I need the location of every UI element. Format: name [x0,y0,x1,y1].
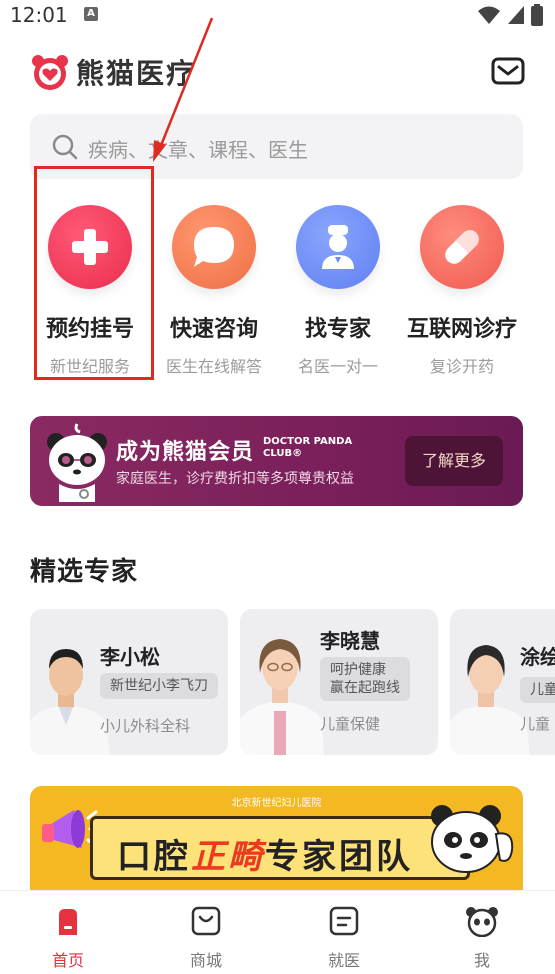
service-title: 互联网诊疗 [406,317,517,342]
banner-text-part2: 专家团队 [265,837,413,877]
service-online-clinic[interactable]: 互联网诊疗 复诊开药 [402,205,522,377]
panda-doctor-icon [47,423,107,502]
bottom-tab-bar: 首页 商城 就医 我 [0,890,555,974]
expert-tag: 呵护健康 赢在起跑线 [320,657,410,701]
learn-more-button[interactable]: 了解更多 [405,436,503,486]
pill-icon [420,205,504,289]
section-title-experts: 精选专家 [30,557,139,587]
tab-me[interactable]: 我 [442,905,522,971]
expert-department: 儿童 [520,715,551,733]
status-bar: 12:01 A [0,0,555,30]
service-subtitle: 复诊开药 [429,357,494,376]
battery-icon [531,4,543,26]
shop-bag-icon [191,906,221,936]
vip-description: 家庭医生，诊疗费折扣等多项尊贵权益 [116,471,354,487]
tab-home[interactable]: 首页 [28,905,108,971]
home-icon [59,909,77,935]
tab-label: 我 [473,951,490,970]
expert-name: 涂绘 [520,645,555,669]
expert-department: 儿童保健 [320,715,381,733]
service-subtitle: 名医一对一 [297,357,378,376]
status-time: 12:01 [10,3,68,27]
panda-mascot-icon [431,805,514,873]
tab-label: 商城 [189,951,222,970]
tab-shop[interactable]: 商城 [166,905,246,971]
doctor-photo [30,649,110,755]
search-placeholder: 疾病、文章、课程、医生 [88,138,308,162]
banner-title-box: 口腔正畸专家团队 [90,816,470,880]
expert-tag: 新世纪小李飞刀 [100,673,218,699]
app-logo: 熊猫医疗 [30,52,196,92]
vip-membership-banner[interactable]: 成为熊猫会员 DOCTOR PANDA CLUB® 家庭医生，诊疗费折扣等多项尊… [30,416,523,506]
doctor-icon [296,205,380,289]
expert-card[interactable]: 李小松 新世纪小李飞刀 小儿外科全科 [30,609,228,755]
doctor-photo [240,639,324,755]
search-icon [52,134,78,160]
expert-department: 小儿外科全科 [100,717,191,735]
tab-label: 首页 [51,951,84,970]
mail-icon [491,57,525,85]
service-title: 找专家 [304,317,371,342]
vip-brand: DOCTOR PANDA CLUB® [263,436,352,460]
vip-title: 成为熊猫会员 [116,440,255,465]
panda-profile-icon [466,907,498,938]
expert-carousel[interactable]: 李小松 新世纪小李飞刀 小儿外科全科 李晓慧 呵护健康 赢在起跑线 儿童保健 涂… [30,609,555,757]
tab-clinic[interactable]: 就医 [304,905,384,971]
service-find-expert[interactable]: 找专家 名医一对一 [278,205,398,377]
vip-brand-line1: DOCTOR PANDA [263,436,353,447]
app-name: 熊猫医疗 [76,57,197,90]
annotation-highlight-box [34,166,154,380]
message-button[interactable] [491,56,525,86]
tab-label: 就医 [327,951,360,970]
banner-text-part1: 口腔 [117,837,191,877]
clinic-icon [329,906,359,936]
expert-tag-line: 呵护健康 [330,662,386,678]
wifi-icon [478,6,500,24]
chat-bubble-icon [172,205,256,289]
app-header: 熊猫医疗 [30,50,525,96]
vip-brand-line2: CLUB® [263,448,303,459]
expert-card[interactable]: 涂绘 儿童 儿童 [450,609,555,755]
service-subtitle: 医生在线解答 [165,357,262,376]
panda-heart-logo-icon [32,55,68,90]
expert-tag-line: 赢在起跑线 [330,680,400,696]
service-consult[interactable]: 快速咨询 医生在线解答 [154,205,274,377]
orthodontics-promo-banner[interactable]: 北京新世纪妇儿医院 口腔正畸专家团队 [30,786,523,890]
expert-card[interactable]: 李晓慧 呵护健康 赢在起跑线 儿童保健 [240,609,438,755]
notification-badge: A [84,7,98,21]
expert-name: 李晓慧 [320,629,380,653]
status-icons [477,4,543,26]
doctor-photo [450,645,530,755]
banner-title: 口腔正畸专家团队 [117,829,413,878]
banner-text-highlight: 正畸 [191,837,265,877]
signal-icon [508,6,524,24]
service-title: 快速咨询 [169,317,258,342]
expert-tag: 儿童 [520,677,555,703]
expert-name: 李小松 [100,645,160,669]
